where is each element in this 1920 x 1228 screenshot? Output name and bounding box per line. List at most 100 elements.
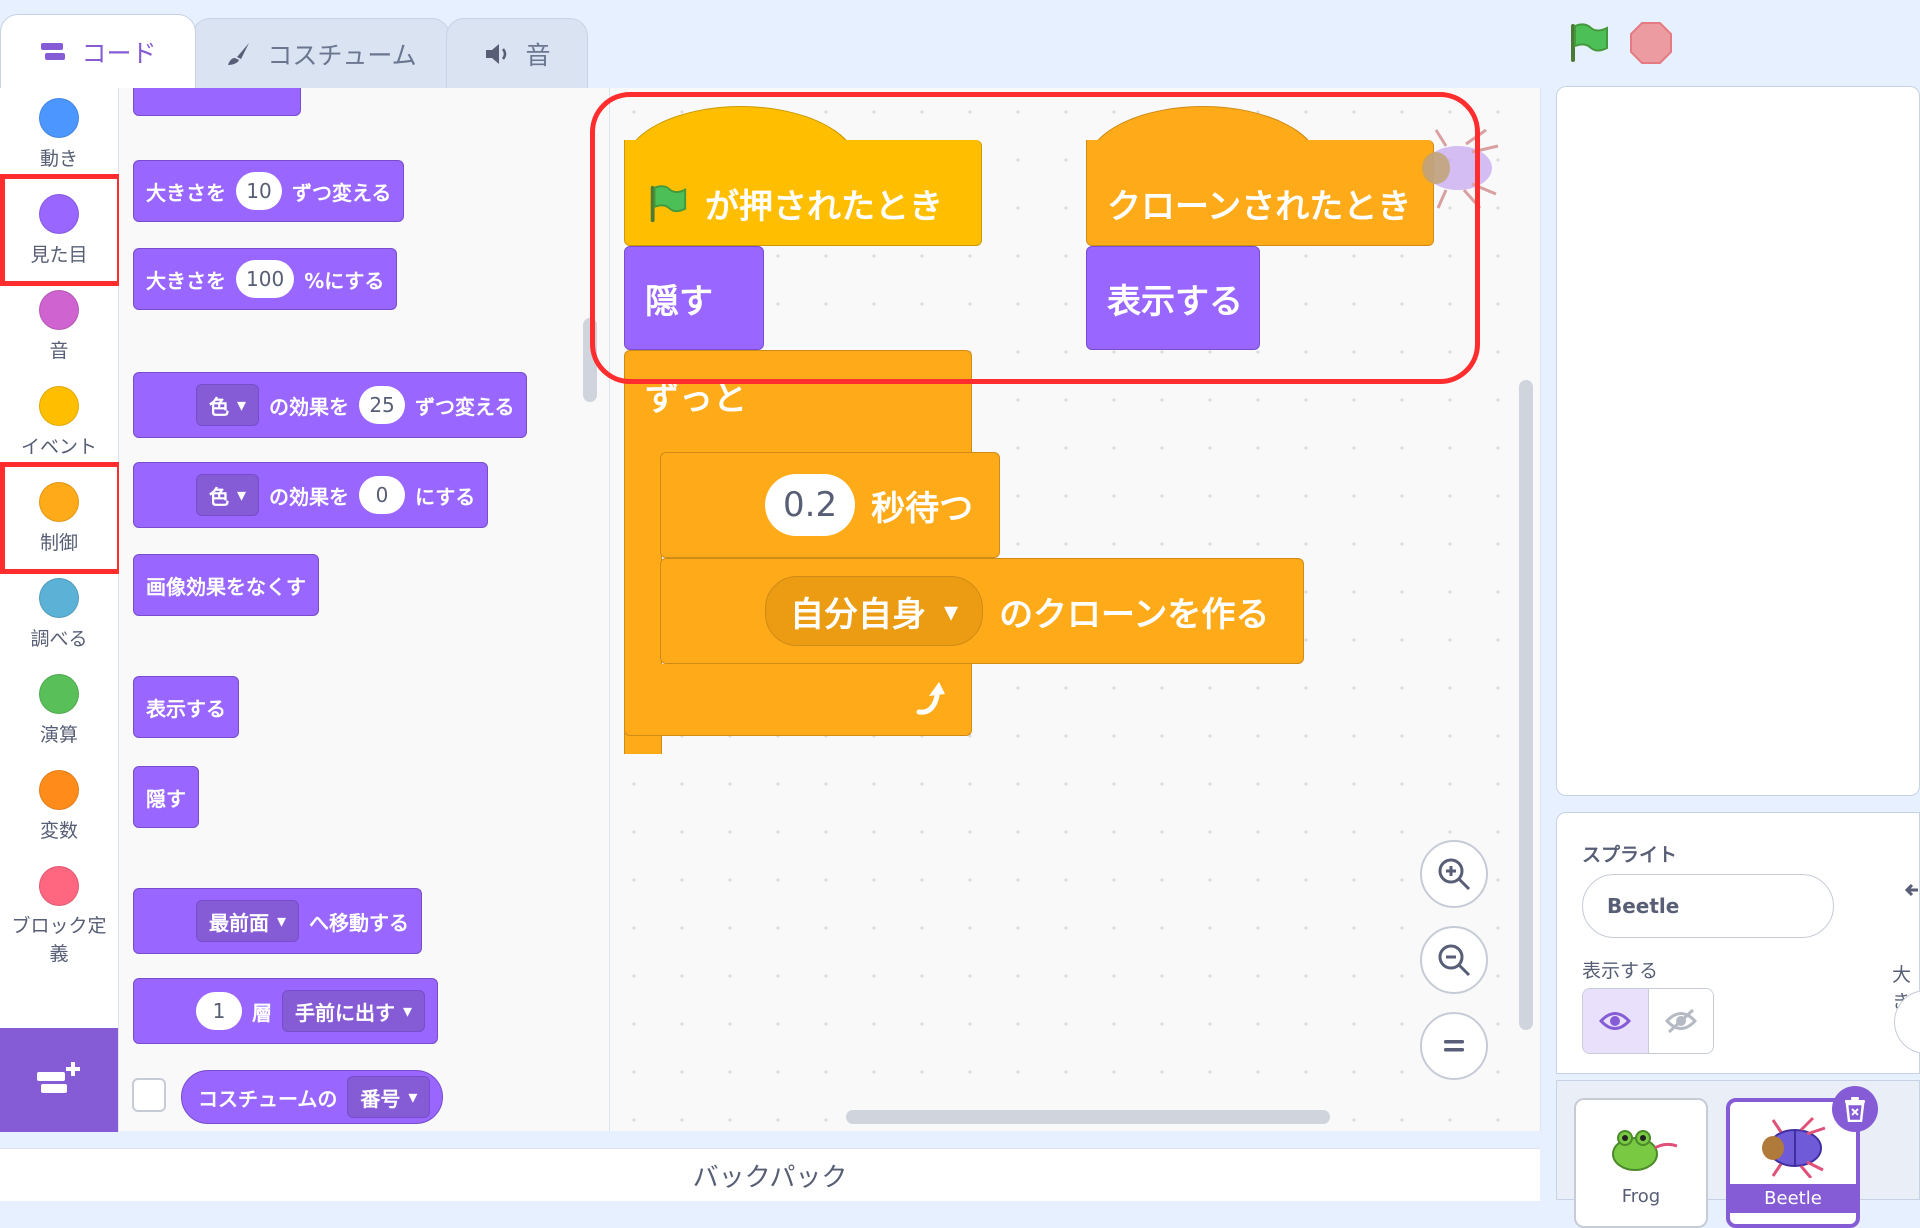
my-blocks-dot-icon (39, 866, 79, 906)
wait-seconds-input[interactable]: 0.2 (765, 474, 856, 536)
category-label: 音 (49, 340, 69, 362)
backpack-bar[interactable]: バックパック (0, 1148, 1540, 1201)
change-effect-block[interactable]: 色 の効果を 25 ずつ変える (133, 372, 528, 438)
costume-reporter-block[interactable]: コスチュームの 番号 (181, 1070, 444, 1124)
sprite-name-input[interactable]: Beetle (1582, 874, 1834, 938)
green-flag-icon[interactable] (1565, 20, 1611, 66)
code-icon (41, 42, 66, 60)
workspace-vertical-scrollbar[interactable] (1519, 380, 1533, 1030)
stop-icon[interactable] (1628, 20, 1674, 66)
equals-icon (1444, 1040, 1464, 1052)
block-text: ずつ変える (415, 394, 515, 419)
trash-icon (1845, 1097, 1865, 1122)
highlight-hat-blocks (590, 92, 1480, 384)
zoom-out-icon (1438, 944, 1471, 977)
motion-dot-icon (39, 98, 79, 138)
sprite-name-label: Beetle (1730, 1184, 1856, 1213)
set-size-block[interactable]: 大きさを 100 %にする (133, 248, 398, 310)
show-label: 表示する (1582, 960, 1659, 982)
direction-dropdown[interactable]: 手前に出す (282, 990, 426, 1032)
layer-dropdown[interactable]: 最前面 (196, 900, 300, 942)
zoom-in-button[interactable] (1420, 840, 1488, 908)
create-clone-block[interactable]: 自分自身 のクローンを作る (660, 558, 1304, 664)
eye-icon (1599, 1012, 1632, 1030)
beetle-sprite-icon (1762, 1116, 1826, 1178)
add-extension-icon (37, 1062, 80, 1093)
zoom-in-icon (1438, 858, 1471, 891)
highlight-looks-category (0, 174, 122, 286)
block-text: にする (415, 484, 476, 509)
effect-dropdown[interactable]: 色 (196, 384, 260, 426)
category-events[interactable]: イベント (0, 376, 118, 472)
block-text: のクローンを作る (999, 594, 1270, 635)
palette-block-partial[interactable] (133, 88, 301, 116)
zoom-out-button[interactable] (1420, 926, 1488, 994)
change-size-block[interactable]: 大きさを 10 ずつ変える (133, 160, 405, 222)
tab-code[interactable]: コード (0, 14, 196, 88)
category-sound[interactable]: 音 (0, 280, 118, 376)
sprite-thumb-frog[interactable]: Frog (1574, 1098, 1708, 1228)
block-text: コスチュームの (198, 1086, 338, 1111)
loop-arrow-icon (916, 681, 945, 715)
delete-sprite-button[interactable] (1832, 1086, 1878, 1132)
stage-canvas[interactable] (1556, 86, 1920, 796)
size-percent-input[interactable]: 100 (236, 260, 295, 298)
block-text: 大きさを (146, 268, 226, 293)
costume-option-dropdown[interactable]: 番号 (347, 1076, 431, 1118)
effect-dropdown[interactable]: 色 (196, 474, 260, 516)
events-dot-icon (39, 386, 79, 426)
costume-reporter-checkbox[interactable] (132, 1078, 166, 1112)
show-block[interactable]: 表示する (133, 676, 239, 738)
zoom-reset-button[interactable] (1420, 1012, 1488, 1080)
category-label: 演算 (39, 724, 78, 746)
category-sensing[interactable]: 調べる (0, 568, 118, 664)
block-text: 表示する (146, 696, 226, 721)
category-label: 変数 (39, 820, 78, 842)
block-text: へ移動する (309, 910, 410, 935)
block-text: ずつ変える (292, 180, 392, 205)
hide-sprite-button[interactable] (1648, 989, 1713, 1053)
go-layers-block[interactable]: 1 層 手前に出す (133, 978, 439, 1044)
category-label: 動き (39, 148, 78, 170)
tab-sound[interactable]: 音 (446, 18, 588, 88)
block-text: の効果を (269, 484, 350, 509)
clone-target-dropdown[interactable]: 自分自身 (765, 576, 984, 646)
block-palette: 大きさを 10 ずつ変える 大きさを 100 %にする 色 の効果を 25 ずつ… (119, 88, 610, 1131)
tab-costume[interactable]: コスチューム (192, 18, 450, 88)
block-text: %にする (304, 268, 385, 293)
visibility-toggle (1582, 988, 1714, 1054)
wait-block[interactable]: 0.2 秒待つ (660, 452, 1000, 558)
effect-step-input[interactable]: 25 (359, 386, 406, 424)
category-operators[interactable]: 演算 (0, 664, 118, 760)
category-motion[interactable]: 動き (0, 88, 118, 184)
show-sprite-button[interactable] (1583, 989, 1649, 1053)
tab-costume-label: コスチューム (267, 40, 417, 70)
tab-sound-label: 音 (525, 40, 551, 70)
block-text: 大きさを (146, 180, 226, 205)
category-label: 調べる (30, 628, 88, 650)
frog-sprite-icon (1612, 1130, 1678, 1171)
size-step-input[interactable]: 10 (236, 172, 282, 210)
sprite-title: スプライト (1582, 844, 1678, 866)
workspace-horizontal-scrollbar[interactable] (846, 1110, 1330, 1124)
layers-input[interactable]: 1 (196, 992, 242, 1030)
hide-block[interactable]: 隠す (133, 766, 199, 828)
clear-effects-block[interactable]: 画像効果をなくす (133, 554, 319, 616)
brush-icon (228, 42, 250, 65)
block-text: 隠す (146, 786, 186, 811)
block-text: 画像効果をなくす (146, 574, 306, 599)
go-to-layer-block[interactable]: 最前面 へ移動する (133, 888, 423, 954)
category-my-blocks[interactable]: ブロック定義 (0, 856, 118, 976)
category-label: イベント (20, 436, 97, 458)
sensing-dot-icon (39, 578, 79, 618)
set-effect-block[interactable]: 色 の効果を 0 にする (133, 462, 489, 528)
block-text: 層 (252, 1000, 272, 1025)
sound-dot-icon (39, 290, 79, 330)
forever-block-footer (624, 664, 972, 736)
backpack-label: バックパック (692, 1162, 848, 1193)
block-text: の効果を (269, 394, 350, 419)
effect-value-input[interactable]: 0 (359, 476, 406, 514)
add-extension-button[interactable] (0, 1028, 118, 1132)
category-variables[interactable]: 変数 (0, 760, 118, 856)
eye-slash-icon (1664, 1008, 1697, 1034)
